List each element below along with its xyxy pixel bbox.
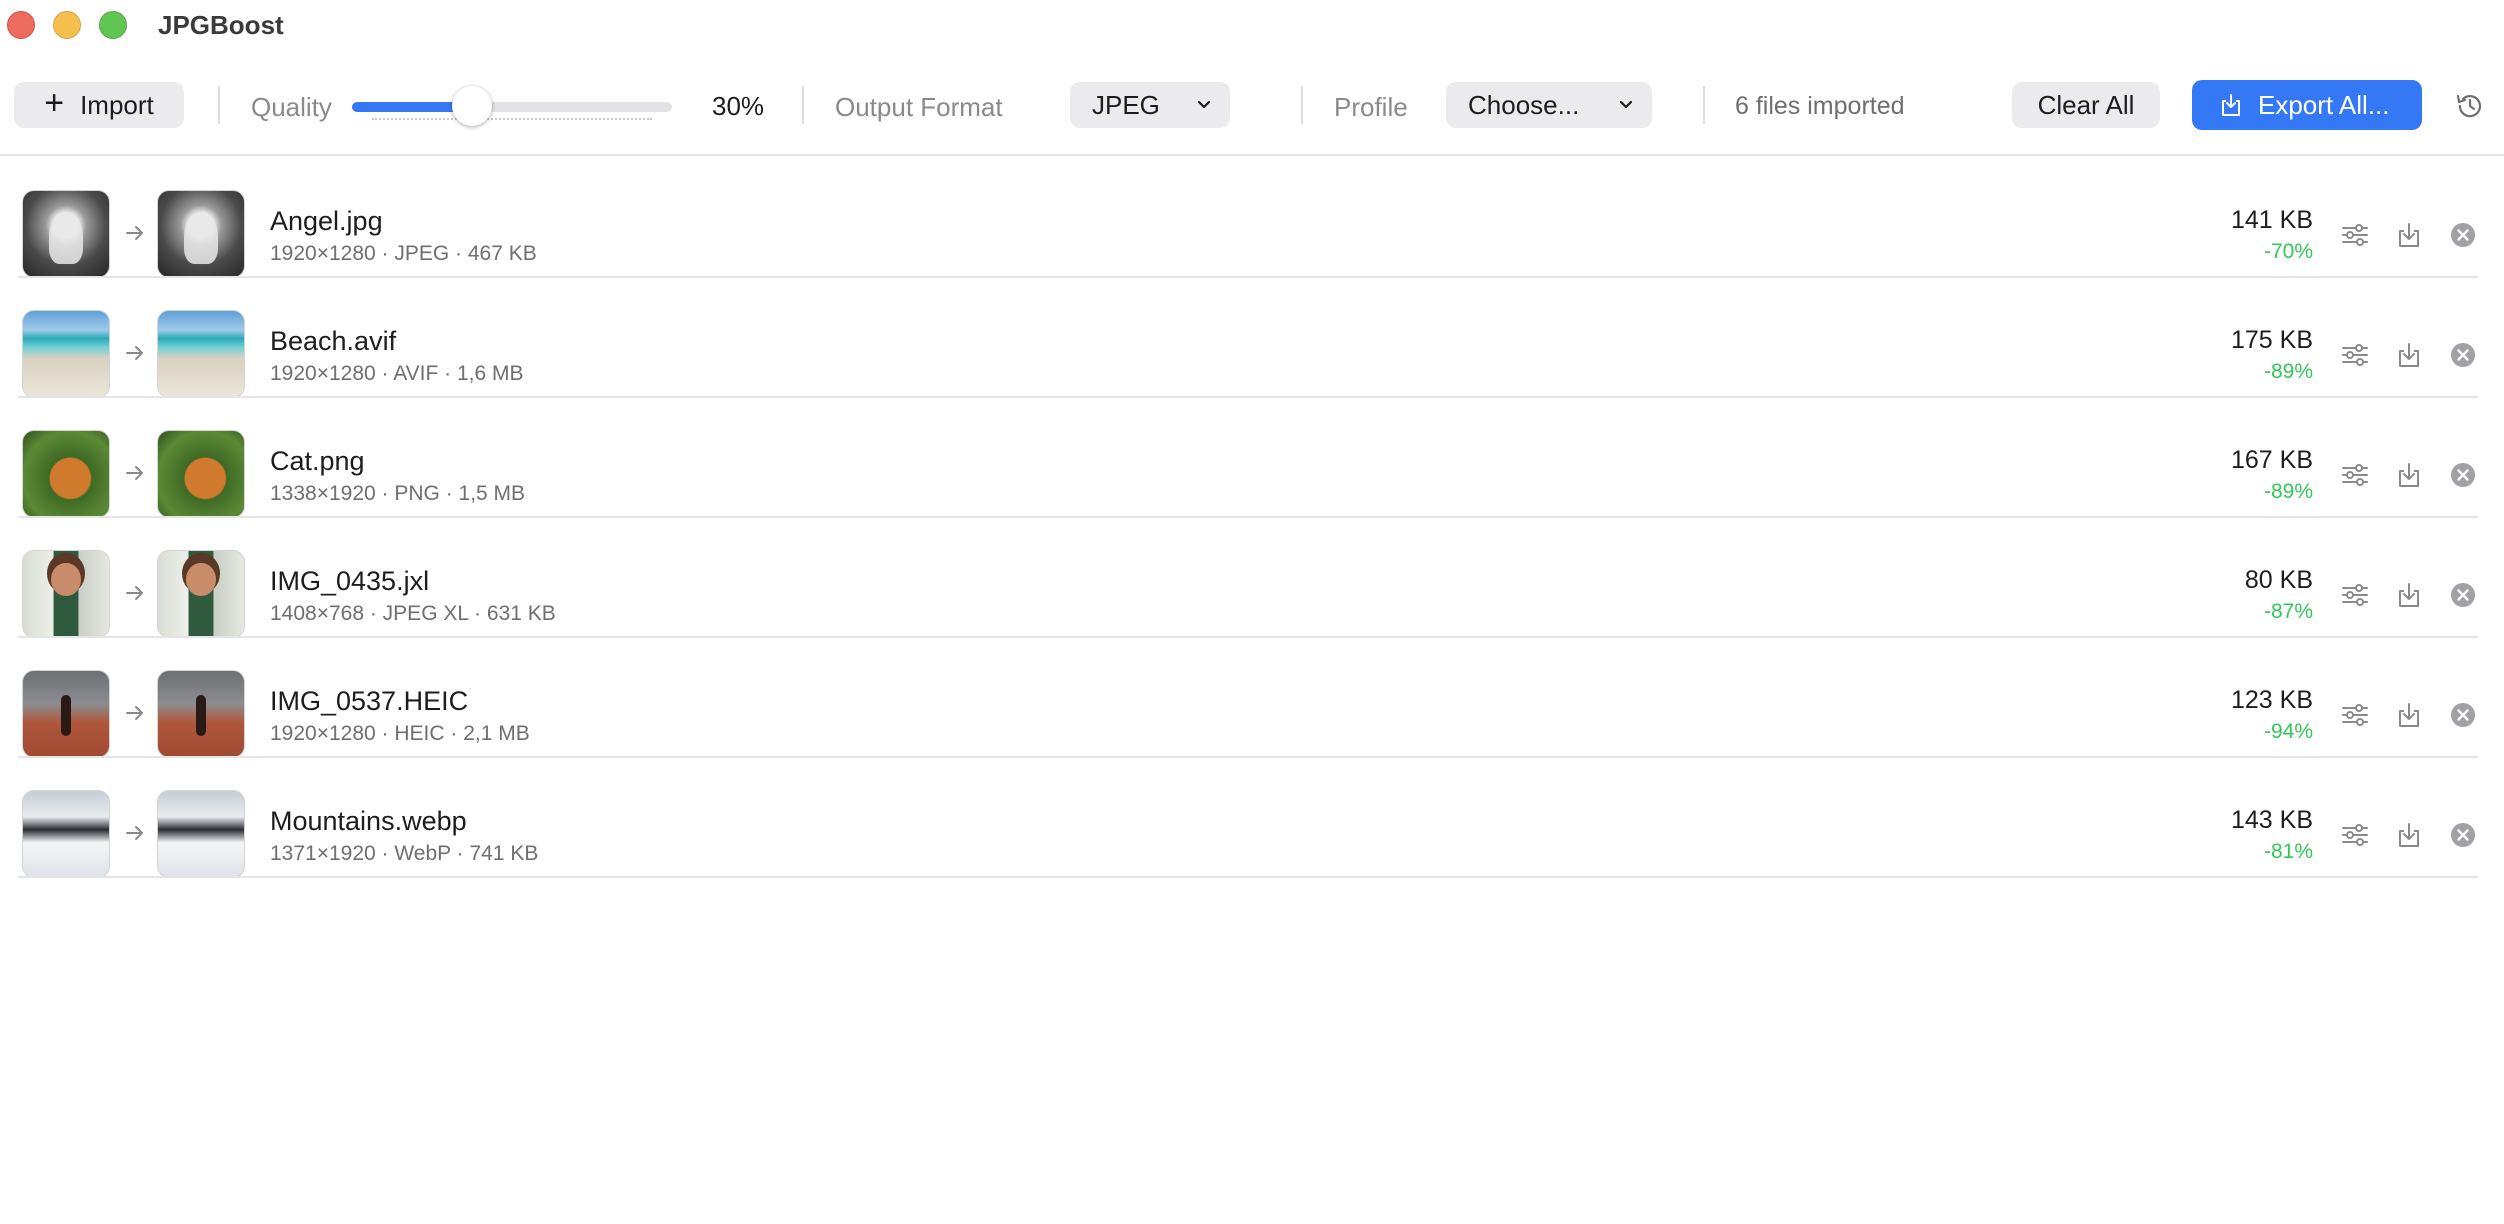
save-file-icon[interactable] [2394, 700, 2424, 730]
arrow-right-icon [126, 226, 143, 240]
output-thumbnail [157, 310, 245, 398]
remove-file-icon[interactable] [2448, 700, 2478, 730]
size-reduction: -87% [2263, 600, 2313, 623]
profile-value: Choose... [1468, 89, 1580, 120]
output-format-value: JPEG [1092, 89, 1160, 120]
original-thumbnail [22, 310, 110, 398]
save-file-icon[interactable] [2394, 340, 2424, 370]
toolbar-separator [1301, 86, 1303, 124]
output-format-select[interactable]: JPEG [1070, 82, 1230, 128]
export-all-button[interactable]: Export All... [2192, 80, 2422, 130]
original-thumbnail [22, 550, 110, 638]
output-format-label: Output Format [835, 92, 1003, 122]
file-row[interactable]: Beach.avif 1920×1280 · AVIF · 1,6 MB 175… [0, 278, 2504, 398]
arrow-right-icon [126, 346, 143, 360]
size-reduction: -70% [2263, 240, 2313, 263]
adjust-settings-icon[interactable] [2340, 220, 2370, 250]
profile-label: Profile [1334, 92, 1408, 122]
file-name: Mountains.webp [270, 806, 467, 836]
files-imported-count: 6 files imported [1735, 92, 1905, 120]
export-all-label: Export All... [2258, 89, 2390, 120]
arrow-right-icon [126, 706, 143, 720]
output-thumbnail [157, 190, 245, 278]
adjust-settings-icon[interactable] [2340, 700, 2370, 730]
adjust-settings-icon[interactable] [2340, 820, 2370, 850]
output-thumbnail [157, 790, 245, 878]
arrow-right-icon [126, 466, 143, 480]
file-row[interactable]: Cat.png 1338×1920 · PNG · 1,5 MB 167 KB … [0, 398, 2504, 518]
output-size: 175 KB [2230, 326, 2313, 354]
history-icon[interactable] [2454, 90, 2486, 122]
adjust-settings-icon[interactable] [2340, 580, 2370, 610]
window-title: JPGBoost [158, 10, 284, 40]
arrow-right-icon [126, 586, 143, 600]
output-thumbnail [157, 550, 245, 638]
file-details: 1338×1920 · PNG · 1,5 MB [270, 482, 526, 505]
chevron-down-icon [1619, 100, 1633, 109]
file-details: 1371×1920 · WebP · 741 KB [270, 842, 539, 865]
toolbar: + Import Quality 30% Output Format JPEG … [0, 52, 2504, 156]
original-thumbnail [22, 670, 110, 758]
file-row[interactable]: IMG_0537.HEIC 1920×1280 · HEIC · 2,1 MB … [0, 638, 2504, 758]
file-details: 1920×1280 · JPEG · 467 KB [270, 242, 537, 265]
remove-file-icon[interactable] [2448, 820, 2478, 850]
toolbar-separator [218, 86, 220, 124]
file-name: Beach.avif [270, 326, 397, 356]
file-name: Angel.jpg [270, 206, 383, 236]
toolbar-separator [802, 86, 804, 124]
export-icon [2222, 94, 2240, 116]
title-bar: JPGBoost [0, 0, 2504, 52]
remove-file-icon[interactable] [2448, 580, 2478, 610]
file-name: IMG_0537.HEIC [270, 686, 469, 716]
remove-file-icon[interactable] [2448, 460, 2478, 490]
import-button[interactable]: + Import [14, 82, 184, 128]
original-thumbnail [22, 190, 110, 278]
save-file-icon[interactable] [2394, 580, 2424, 610]
size-reduction: -81% [2263, 840, 2313, 863]
original-thumbnail [22, 430, 110, 518]
arrow-right-icon [126, 826, 143, 840]
row-divider [18, 876, 2478, 878]
adjust-settings-icon[interactable] [2340, 460, 2370, 490]
quality-slider[interactable] [352, 86, 672, 126]
file-row[interactable]: IMG_0435.jxl 1408×768 · JPEG XL · 631 KB… [0, 518, 2504, 638]
output-size: 141 KB [2230, 206, 2313, 234]
output-size: 123 KB [2230, 686, 2313, 714]
output-size: 167 KB [2230, 446, 2313, 474]
file-details: 1920×1280 · AVIF · 1,6 MB [270, 362, 524, 385]
import-label: Import [80, 89, 154, 120]
remove-file-icon[interactable] [2448, 220, 2478, 250]
file-row[interactable]: Angel.jpg 1920×1280 · JPEG · 467 KB 141 … [0, 158, 2504, 278]
slider-knob[interactable] [452, 86, 492, 126]
plus-icon: + [44, 83, 65, 122]
file-name: IMG_0435.jxl [270, 566, 430, 596]
slider-ticks [372, 118, 652, 122]
adjust-settings-icon[interactable] [2340, 340, 2370, 370]
clear-all-button[interactable]: Clear All [2012, 82, 2160, 128]
file-details: 1920×1280 · HEIC · 2,1 MB [270, 722, 530, 745]
original-thumbnail [22, 790, 110, 878]
remove-file-icon[interactable] [2448, 340, 2478, 370]
output-size: 80 KB [2244, 566, 2313, 594]
window-minimize-button[interactable] [53, 11, 81, 39]
size-reduction: -89% [2263, 480, 2313, 503]
output-thumbnail [157, 670, 245, 758]
quality-label: Quality [251, 92, 332, 122]
file-details: 1408×768 · JPEG XL · 631 KB [270, 602, 556, 625]
save-file-icon[interactable] [2394, 820, 2424, 850]
size-reduction: -89% [2263, 360, 2313, 383]
chevron-down-icon [1197, 100, 1211, 109]
window-zoom-button[interactable] [99, 11, 127, 39]
output-size: 143 KB [2230, 806, 2313, 834]
file-row[interactable]: Mountains.webp 1371×1920 · WebP · 741 KB… [0, 758, 2504, 878]
output-thumbnail [157, 430, 245, 518]
toolbar-separator [1703, 86, 1705, 124]
quality-value: 30% [712, 91, 765, 121]
save-file-icon[interactable] [2394, 460, 2424, 490]
file-name: Cat.png [270, 446, 365, 476]
size-reduction: -94% [2263, 720, 2313, 743]
save-file-icon[interactable] [2394, 220, 2424, 250]
window-close-button[interactable] [7, 11, 35, 39]
profile-select[interactable]: Choose... [1446, 82, 1652, 128]
